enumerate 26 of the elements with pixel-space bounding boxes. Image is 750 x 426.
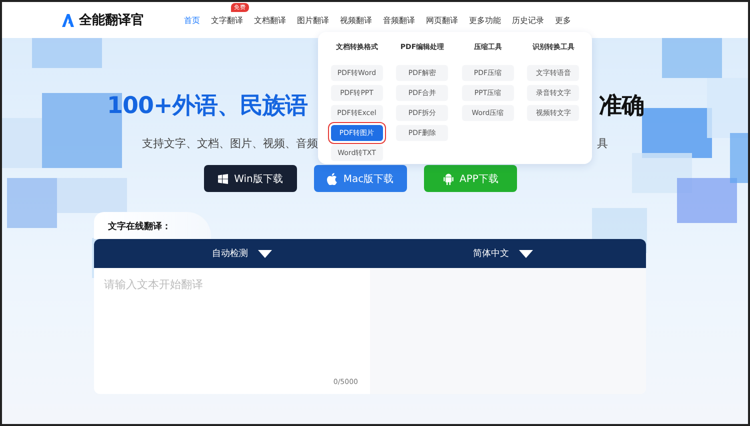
nav-item[interactable]: 更多功能 <box>469 12 501 28</box>
windows-icon <box>218 174 228 184</box>
nav-item[interactable]: 历史记录 <box>512 12 544 28</box>
nav-item[interactable]: 文字翻译 <box>211 12 243 28</box>
android-icon <box>442 172 454 184</box>
apple-icon <box>327 172 338 184</box>
nav-item[interactable]: 首页 <box>184 12 200 28</box>
target-language-select[interactable]: 简体中文 <box>370 247 646 260</box>
input-field[interactable]: 请输入文本开始翻译 <box>104 278 304 291</box>
headline: 准确 <box>599 92 644 120</box>
logo-text: 全能翻译官 <box>79 12 144 29</box>
nav-item[interactable]: 网页翻译 <box>426 12 458 28</box>
caret-icon <box>519 250 533 258</box>
nav-item[interactable]: 音频翻译 <box>383 12 415 28</box>
subtitle: 支持文字、文档、图片、视频、音频 <box>142 136 318 151</box>
logo-icon <box>62 14 74 26</box>
nav-item[interactable]: 更多 <box>555 12 571 28</box>
download-button[interactable]: Mac版下载 <box>314 165 407 192</box>
nav-item[interactable]: 图片翻译 <box>297 12 329 28</box>
nav-item[interactable]: 视频翻译 <box>340 12 372 28</box>
headline: 100+外语、民族语 <box>107 92 308 120</box>
download-button[interactable]: Win版下载 <box>204 165 297 192</box>
nav-item[interactable]: 文档翻译 <box>254 12 286 28</box>
subtitle: 具 <box>597 136 608 151</box>
caret-icon <box>258 250 272 258</box>
source-language-select[interactable]: 自动检测 <box>94 247 370 260</box>
